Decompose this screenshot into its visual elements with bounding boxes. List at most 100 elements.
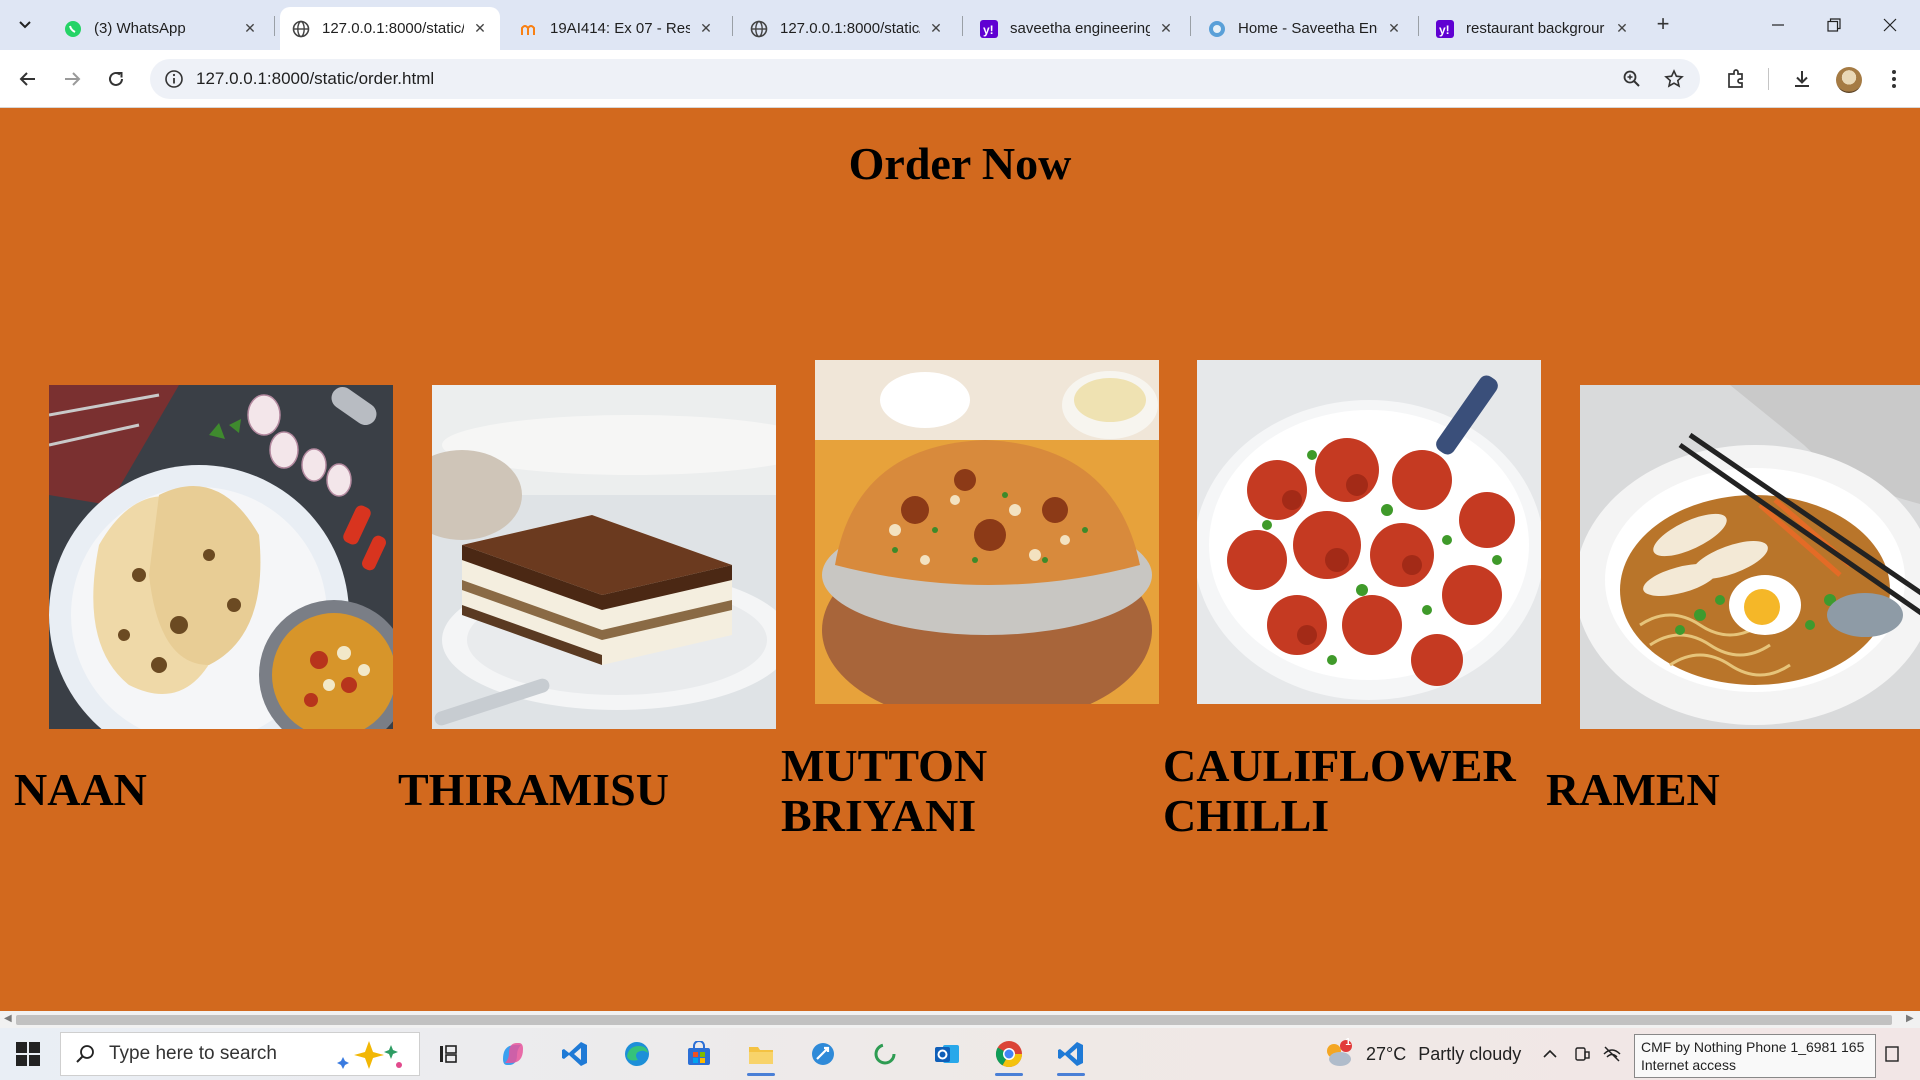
ramen-photo[interactable]: [1580, 385, 1920, 729]
puzzle-icon: [1728, 69, 1743, 88]
tab-moodle[interactable]: 19AI414: Ex 07 - Rest ✕: [508, 7, 726, 50]
address-url: 127.0.0.1:8000/static/order.html: [196, 69, 435, 88]
item-name: THIRAMISU: [398, 764, 669, 815]
windows-start-icon[interactable]: [14, 1040, 42, 1068]
weather-widget[interactable]: 1 27°C Partly cloudy: [1322, 1036, 1521, 1072]
order-page: Order Now NAAN THIRAMISU MUTTON BRIYANI …: [0, 109, 1920, 1011]
outlook-app[interactable]: [927, 1036, 967, 1072]
remote-desktop-icon: [812, 1043, 834, 1065]
tray-device-button[interactable]: [1570, 1042, 1594, 1066]
tab-title: restaurant backgrour: [1466, 20, 1605, 37]
scroll-left-icon[interactable]: ◀: [4, 1013, 12, 1024]
device-icon: [1575, 1047, 1590, 1061]
arrow-left-icon: [19, 72, 35, 86]
tab-static-page[interactable]: 127.0.0.1:8000/static/ ✕: [738, 7, 956, 50]
close-icon[interactable]: ✕: [472, 20, 488, 37]
tab-separator: [274, 16, 275, 36]
notification-button[interactable]: [1880, 1042, 1904, 1066]
tab-separator: [1418, 16, 1419, 36]
item-name-line-1: CAULIFLOWER: [1163, 740, 1516, 791]
chevron-down-icon: [19, 21, 31, 29]
file-explorer-app[interactable]: [741, 1036, 781, 1076]
downloads-button[interactable]: [1788, 65, 1816, 93]
chrome-icon: [995, 1041, 1023, 1068]
reload-button[interactable]: [100, 63, 132, 95]
svg-text:y!: y!: [983, 23, 994, 37]
back-button[interactable]: [12, 63, 44, 95]
close-window-button[interactable]: [1862, 0, 1918, 50]
zoom-icon[interactable]: [1622, 69, 1642, 89]
restore-button[interactable]: [1806, 0, 1862, 50]
close-icon[interactable]: ✕: [1386, 20, 1402, 37]
extensions-button[interactable]: [1722, 65, 1750, 93]
task-view-icon: [440, 1045, 457, 1063]
tab-title: 127.0.0.1:8000/static/: [322, 20, 464, 37]
copilot-icon: [503, 1043, 523, 1065]
tab-active-order-page[interactable]: 127.0.0.1:8000/static/ ✕: [280, 7, 500, 50]
new-tab-button[interactable]: +: [1650, 12, 1676, 38]
profile-avatar[interactable]: [1836, 67, 1862, 93]
weather-temp: 27°C: [1366, 1043, 1407, 1064]
search-icon: [76, 1045, 94, 1063]
vscode-app[interactable]: [555, 1036, 595, 1072]
tooltip-line-2: Internet access: [1641, 1057, 1736, 1073]
site-info-icon[interactable]: [164, 69, 184, 89]
scroll-right-icon[interactable]: ▶: [1906, 1013, 1914, 1024]
loading-app[interactable]: [865, 1036, 905, 1072]
microsoft-store-app[interactable]: [679, 1036, 719, 1072]
close-icon[interactable]: ✕: [698, 20, 714, 37]
globe-icon: [292, 20, 310, 38]
item-name: NAAN: [14, 764, 147, 815]
tab-strip: (3) WhatsApp ✕ 127.0.0.1:8000/static/ ✕ …: [0, 0, 1920, 50]
task-view-button[interactable]: [430, 1036, 470, 1072]
copilot-app[interactable]: [493, 1036, 533, 1072]
bookmark-star-icon[interactable]: [1664, 69, 1684, 89]
naan-photo[interactable]: [49, 385, 393, 729]
address-bar[interactable]: 127.0.0.1:8000/static/order.html: [150, 59, 1700, 99]
tab-yahoo-restaurant[interactable]: y! restaurant backgrour ✕: [1424, 7, 1642, 50]
vscode-app-active[interactable]: [1051, 1036, 1091, 1076]
biryani-photo[interactable]: [815, 360, 1159, 704]
weather-condition: Partly cloudy: [1418, 1043, 1522, 1064]
chrome-menu-button[interactable]: [1880, 65, 1908, 93]
arrow-right-icon: [65, 72, 81, 86]
copilot-sparkle-icon: [337, 1041, 402, 1069]
page-title: Order Now: [848, 138, 1072, 189]
notification-icon: [1885, 1046, 1899, 1062]
chevron-up-icon: [1543, 1049, 1557, 1058]
tiramisu-photo[interactable]: [432, 385, 776, 729]
network-button[interactable]: [1600, 1042, 1624, 1066]
more-vertical-icon: [1892, 70, 1896, 88]
moodle-icon: [520, 20, 538, 38]
chrome-app[interactable]: [989, 1036, 1029, 1076]
remote-app[interactable]: [803, 1036, 843, 1072]
tab-title: 19AI414: Ex 07 - Rest: [550, 20, 690, 37]
scrollbar-thumb[interactable]: [16, 1015, 1892, 1025]
forward-button[interactable]: [56, 63, 88, 95]
tab-yahoo-search[interactable]: y! saveetha engineering ✕: [968, 7, 1186, 50]
item-name-line-1: MUTTON: [781, 740, 988, 791]
network-disconnected-icon: [1603, 1046, 1621, 1062]
close-icon[interactable]: ✕: [1614, 20, 1630, 37]
tab-search-button[interactable]: [10, 10, 40, 40]
cauliflower-chilli-photo[interactable]: [1197, 360, 1541, 704]
minimize-button[interactable]: [1750, 0, 1806, 50]
item-name: MUTTON BRIYANI: [781, 741, 987, 841]
tab-title: saveetha engineering: [1010, 20, 1150, 37]
show-hidden-icons-button[interactable]: [1538, 1042, 1562, 1066]
edge-app[interactable]: [617, 1036, 657, 1072]
close-icon: [1883, 18, 1897, 32]
close-icon[interactable]: ✕: [1158, 20, 1174, 37]
item-name-line-2: CHILLI: [1163, 790, 1330, 841]
taskbar-search-placeholder: Type here to search: [109, 1043, 277, 1064]
tab-saveetha-home[interactable]: Home - Saveetha Eng ✕: [1196, 7, 1414, 50]
windows-taskbar: Type here to search 1 27°C Partly cloudy: [0, 1028, 1920, 1080]
tab-title: 127.0.0.1:8000/static/: [780, 20, 920, 37]
horizontal-scrollbar[interactable]: ◀ ▶: [0, 1011, 1920, 1028]
close-icon[interactable]: ✕: [928, 20, 944, 37]
tab-whatsapp[interactable]: (3) WhatsApp ✕: [52, 7, 270, 50]
saveetha-icon: [1208, 20, 1226, 38]
close-icon[interactable]: ✕: [242, 20, 258, 37]
taskbar-search-box[interactable]: Type here to search: [60, 1032, 420, 1076]
download-icon: [1795, 71, 1809, 87]
